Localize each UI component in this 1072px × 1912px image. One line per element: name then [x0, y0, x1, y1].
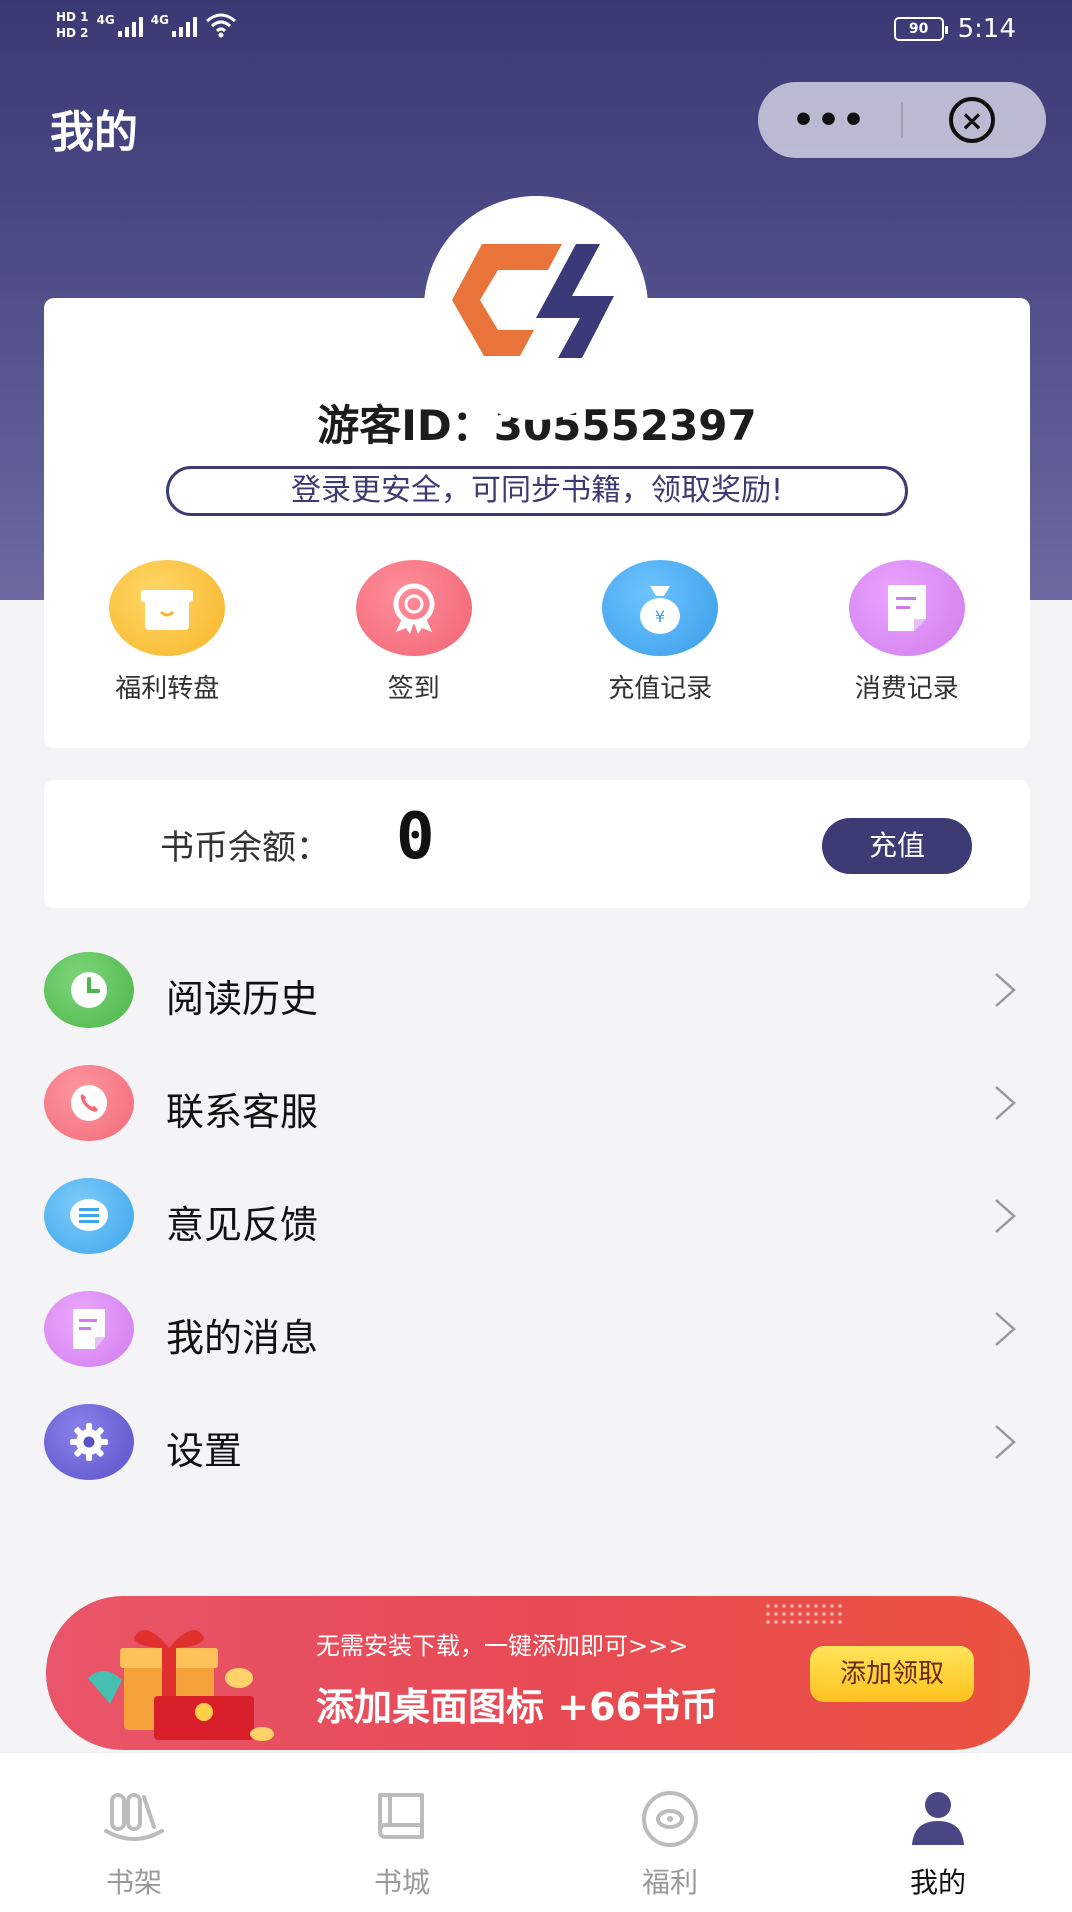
gift-box-icon	[88, 1630, 274, 1741]
action-consume-record[interactable]: 消费记录	[784, 560, 1031, 710]
svg-text:¥: ¥	[655, 607, 665, 626]
tab-label: 我的	[909, 1866, 966, 1899]
signal-1-label: 4G	[96, 13, 115, 27]
receipt-icon	[848, 560, 965, 656]
miniprogram-capsule: ••• ×	[758, 82, 1046, 158]
chevron-right-icon	[995, 1086, 1016, 1120]
note-icon	[44, 1291, 134, 1367]
chevron-right-icon	[995, 973, 1016, 1007]
hd2-badge: HD 2	[56, 26, 89, 40]
welfare-icon	[642, 1791, 698, 1847]
action-label: 福利转盘	[115, 674, 220, 704]
menu-label: 意见反馈	[166, 1203, 319, 1247]
menu-item-settings[interactable]: 设置	[0, 1392, 1072, 1505]
tab-label: 书城	[373, 1866, 430, 1899]
status-right: 90 5:14	[893, 14, 1016, 44]
tab-bookshelf[interactable]: 书架	[0, 1753, 268, 1912]
action-label: 消费记录	[854, 674, 959, 704]
balance-card: 书币余额： 0 充值	[44, 780, 1030, 908]
medal-icon	[355, 560, 472, 656]
tab-welfare[interactable]: 福利	[536, 1753, 804, 1912]
hd1-badge: HD 1	[56, 10, 89, 24]
tab-label: 书架	[105, 1866, 162, 1899]
more-button[interactable]: •••	[758, 100, 901, 141]
message-icon	[44, 1178, 134, 1254]
gear-icon	[44, 1404, 134, 1480]
close-button[interactable]: ×	[949, 97, 995, 143]
balance-value: 0	[396, 800, 435, 874]
book-icon	[378, 1793, 424, 1839]
action-label: 充值记录	[608, 674, 713, 704]
tab-label: 福利	[641, 1866, 698, 1899]
chevron-right-icon	[995, 1199, 1016, 1233]
person-icon	[912, 1792, 964, 1845]
avatar[interactable]	[424, 196, 648, 420]
quick-actions: 福利转盘 签到 ¥ 充值记录 消费记录	[44, 560, 1030, 710]
signal-2-label: 4G	[150, 13, 169, 27]
bookshelf-icon	[104, 1793, 164, 1841]
add-to-desktop-banner[interactable]: 无需安装下载，一键添加即可>>> 添加桌面图标 +66书币 添加领取	[46, 1596, 1030, 1750]
action-welfare-wheel[interactable]: 福利转盘	[44, 560, 291, 710]
chevron-right-icon	[995, 1425, 1016, 1459]
battery-level: 90	[908, 21, 929, 37]
add-claim-button[interactable]: 添加领取	[810, 1646, 974, 1702]
logo-icon	[452, 244, 614, 358]
menu-label: 阅读历史	[166, 977, 319, 1021]
menu-list: 阅读历史 联系客服 意见反馈 我的消息 设置	[0, 940, 1072, 1505]
gift-icon	[109, 560, 226, 656]
login-tip-button[interactable]: 登录更安全，可同步书籍，领取奖励!	[166, 466, 908, 516]
tab-mine[interactable]: 我的	[804, 1753, 1072, 1912]
status-bar: HD 1 HD 2 4G 4G 90 5:14	[0, 0, 1072, 64]
signal-1-icon: 4G	[97, 13, 143, 37]
close-icon: ×	[960, 103, 984, 137]
action-checkin[interactable]: 签到	[291, 560, 538, 710]
banner-title: 添加桌面图标 +66书币	[316, 1685, 718, 1729]
banner-dots	[764, 1602, 844, 1626]
clock-time: 5:14	[957, 14, 1016, 44]
recharge-button[interactable]: 充值	[822, 818, 972, 874]
hd-badges: HD 1 HD 2	[56, 10, 89, 40]
menu-label: 联系客服	[166, 1090, 319, 1134]
capsule-divider	[901, 102, 903, 138]
balance-label: 书币余额：	[160, 828, 330, 868]
action-label: 签到	[387, 674, 440, 704]
clock-icon	[44, 952, 134, 1028]
tab-bookstore[interactable]: 书城	[268, 1753, 536, 1912]
battery-icon: 90	[893, 17, 948, 41]
menu-label: 设置	[166, 1429, 243, 1473]
signal-2-icon: 4G	[151, 13, 197, 37]
banner-subtitle: 无需安装下载，一键添加即可>>>	[316, 1632, 689, 1660]
page-title: 我的	[50, 107, 138, 158]
menu-item-reading-history[interactable]: 阅读历史	[0, 940, 1072, 1053]
menu-label: 我的消息	[166, 1316, 319, 1360]
menu-item-customer-service[interactable]: 联系客服	[0, 1053, 1072, 1166]
chevron-right-icon	[995, 1312, 1016, 1346]
menu-item-my-messages[interactable]: 我的消息	[0, 1279, 1072, 1392]
wifi-icon	[205, 13, 236, 38]
phone-icon	[44, 1065, 134, 1141]
status-left: HD 1 HD 2 4G 4G	[56, 10, 237, 40]
money-bag-icon: ¥	[602, 560, 719, 656]
action-recharge-record[interactable]: ¥ 充值记录	[537, 560, 784, 710]
menu-item-feedback[interactable]: 意见反馈	[0, 1166, 1072, 1279]
tab-bar: 书架 书城 福利 我的	[0, 1752, 1072, 1912]
